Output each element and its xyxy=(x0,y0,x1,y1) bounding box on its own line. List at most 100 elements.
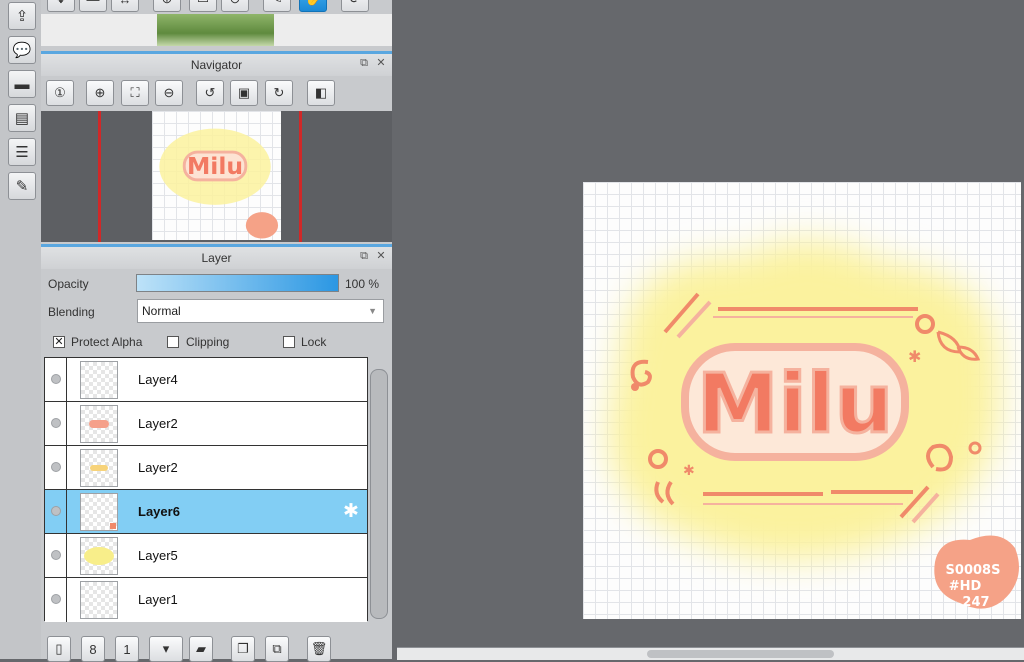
chevron-down-icon: ▼ xyxy=(368,306,377,316)
zoom-out-icon[interactable]: ⊖ xyxy=(155,80,183,106)
actual-size-icon[interactable]: ▣ xyxy=(230,80,258,106)
top-panel: ✥ — ↔ ⊕ ▭ ⊖ ✎ ✋ ⟳ xyxy=(41,0,392,48)
layer-name: Layer2 xyxy=(138,460,178,475)
merge-layer-icon[interactable]: ⧉ xyxy=(265,636,289,662)
frame-icon[interactable]: ▭ xyxy=(189,0,217,12)
minus-icon[interactable]: — xyxy=(79,0,107,12)
panel-column: ✥ — ↔ ⊕ ▭ ⊖ ✎ ✋ ⟳ Navigator ⧉ ✕ ① ⊕ ⛶ ⊖ … xyxy=(41,0,392,662)
hand-icon[interactable]: ✋ xyxy=(299,0,327,12)
layer-scrollbar[interactable] xyxy=(370,369,388,619)
layer-name: Layer1 xyxy=(138,592,178,607)
rotate-icon[interactable]: ⟳ xyxy=(341,0,369,12)
folder-icon[interactable]: ▰ xyxy=(189,636,213,662)
layer-thumbnail xyxy=(80,405,118,443)
layer-name: Layer5 xyxy=(138,548,178,563)
layer-thumbnail xyxy=(80,449,118,487)
clipping-checkbox[interactable] xyxy=(167,336,179,348)
visibility-toggle[interactable] xyxy=(51,418,61,428)
divider xyxy=(66,446,67,490)
scrollbar-thumb[interactable] xyxy=(647,650,834,658)
add-menu-icon[interactable]: ▾ xyxy=(149,636,183,662)
zoom-in-icon[interactable]: ⊕ xyxy=(86,80,114,106)
zoom-reset-icon[interactable]: ① xyxy=(46,80,74,106)
rotate-left-icon[interactable]: ↺ xyxy=(196,80,224,106)
navigator-preview[interactable]: Milu xyxy=(41,111,392,242)
layer-row[interactable]: Layer5 xyxy=(45,534,367,578)
svg-text:Milu: Milu xyxy=(697,357,893,452)
opacity-value: 100 % xyxy=(345,277,380,291)
divider xyxy=(66,402,67,446)
divider xyxy=(66,534,67,578)
layer-name: Layer6 xyxy=(138,504,180,519)
arrows-icon[interactable]: ↔ xyxy=(111,0,139,12)
delete-layer-icon[interactable]: 🗑 xyxy=(307,636,331,662)
layer-row[interactable]: Layer2 xyxy=(45,402,367,446)
protect-alpha-checkbox[interactable]: ✕ xyxy=(53,336,65,348)
popout-icon[interactable]: ⧉ xyxy=(357,249,371,263)
pen-icon[interactable]: ✎ xyxy=(263,0,291,12)
rotate-right-icon[interactable]: ↻ xyxy=(265,80,293,106)
document-icon[interactable]: ▤ xyxy=(8,104,36,132)
layer-name: Layer2 xyxy=(138,416,178,431)
close-icon[interactable]: ✕ xyxy=(374,56,388,70)
canvas[interactable]: ✱ Milu ✱ S0008S #HD 247 xyxy=(583,182,1021,619)
thumbnail-mark xyxy=(89,420,109,428)
list-icon[interactable]: ☰ xyxy=(8,138,36,166)
comment-icon[interactable]: ▬ xyxy=(8,70,36,98)
layer-list: Layer4 Layer2 Layer2 Layer6 ✱ Layer5 Lay… xyxy=(44,357,368,622)
layer-title-text: Layer xyxy=(201,251,232,265)
layer-thumbnail xyxy=(80,493,118,531)
view-frame-left xyxy=(98,111,101,242)
flip-icon[interactable]: ◧ xyxy=(307,80,335,106)
layer-row[interactable]: Layer2 xyxy=(45,446,367,490)
layer-thumbnail xyxy=(80,581,118,619)
left-tool-rail: ⇪ 💬 ▬ ▤ ☰ ✎ xyxy=(0,0,42,659)
visibility-toggle[interactable] xyxy=(51,594,61,604)
zoom-icon[interactable]: ⊕ xyxy=(153,0,181,12)
clipping-label: Clipping xyxy=(186,335,230,349)
thumbnail-image[interactable] xyxy=(157,14,274,46)
layer-row-selected[interactable]: Layer6 ✱ xyxy=(45,490,367,534)
gear-icon[interactable]: ✱ xyxy=(343,500,359,523)
navigator-title-text: Navigator xyxy=(190,58,243,72)
fit-screen-icon[interactable]: ⛶ xyxy=(121,80,149,106)
move-icon[interactable]: ✥ xyxy=(47,0,75,12)
duplicate-layer-icon[interactable]: ❐ xyxy=(231,636,255,662)
blending-value: Normal xyxy=(142,304,181,318)
svg-text:Milu: Milu xyxy=(187,152,243,180)
opacity-label: Opacity xyxy=(48,277,89,291)
navigator-title: Navigator ⧉ ✕ xyxy=(41,51,392,76)
visibility-toggle[interactable] xyxy=(51,374,61,384)
layer-title: Layer ⧉ ✕ xyxy=(41,244,392,269)
new-8bit-layer-icon[interactable]: 8 xyxy=(81,636,105,662)
navigator-thumbnail: Milu xyxy=(152,111,281,240)
close-icon[interactable]: ✕ xyxy=(374,249,388,263)
layer-name: Layer4 xyxy=(138,372,178,387)
export-icon[interactable]: ⇪ xyxy=(8,2,36,30)
visibility-toggle[interactable] xyxy=(51,462,61,472)
divider xyxy=(66,578,67,622)
visibility-toggle[interactable] xyxy=(51,550,61,560)
search-icon[interactable]: ⊖ xyxy=(221,0,249,12)
layer-thumbnail xyxy=(80,361,118,399)
horizontal-scrollbar[interactable] xyxy=(397,647,1024,660)
blending-select[interactable]: Normal ▼ xyxy=(137,299,384,323)
speech-bubble-icon[interactable]: 💬 xyxy=(8,36,36,64)
opacity-slider[interactable] xyxy=(136,274,339,292)
thumbnail-mark xyxy=(84,547,114,565)
lock-checkbox[interactable] xyxy=(283,336,295,348)
layer-thumbnail xyxy=(80,537,118,575)
layer-toolbar: ▯ 8 1 ▾ ▰ ❐ ⧉ 🗑 xyxy=(41,628,392,662)
new-layer-icon[interactable]: ▯ xyxy=(47,636,71,662)
layer-row[interactable]: Layer4 xyxy=(45,358,367,402)
new-1bit-layer-icon[interactable]: 1 xyxy=(115,636,139,662)
visibility-toggle[interactable] xyxy=(51,506,61,516)
navigator-toolbar: ① ⊕ ⛶ ⊖ ↺ ▣ ↻ ◧ xyxy=(41,76,392,111)
layer-row[interactable]: Layer1 xyxy=(45,578,367,622)
svg-text:#HD: #HD xyxy=(949,579,982,594)
popout-icon[interactable]: ⧉ xyxy=(357,56,371,70)
canvas-artwork: ✱ Milu ✱ S0008S #HD 247 xyxy=(607,240,1019,610)
thumbnail-strip xyxy=(41,14,392,46)
navigator-artwork: Milu xyxy=(159,128,279,239)
edit-panel-icon[interactable]: ✎ xyxy=(8,172,36,200)
